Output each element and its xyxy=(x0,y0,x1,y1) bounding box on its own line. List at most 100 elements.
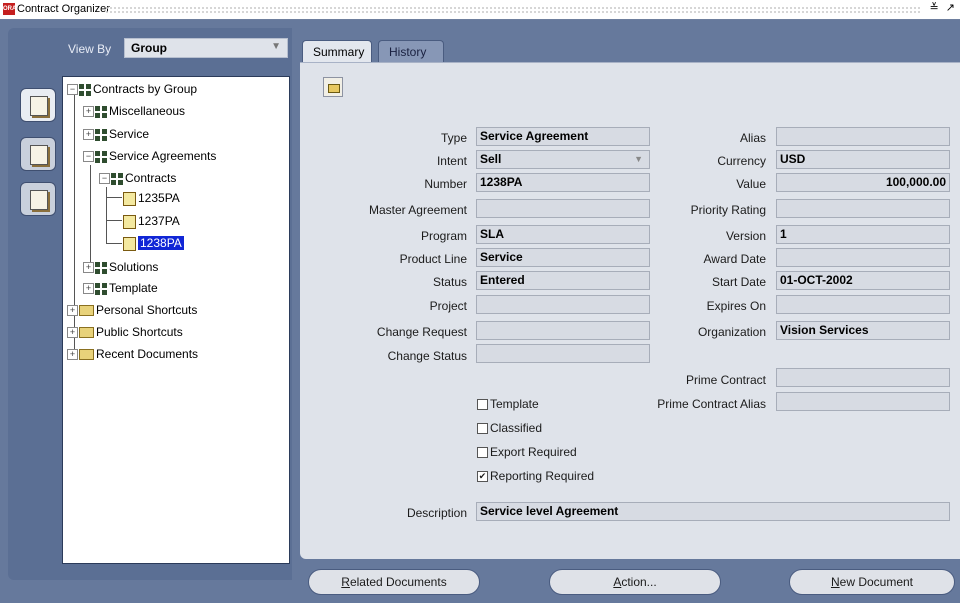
expires-on-label: Expires On xyxy=(706,299,766,313)
reporting-required-checkbox[interactable]: ✔ Reporting Required xyxy=(477,469,594,483)
alias-label: Alias xyxy=(739,131,766,145)
open-folder-icon[interactable] xyxy=(323,77,343,97)
program-field[interactable]: SLA xyxy=(476,225,650,244)
new-document-label: ew Document xyxy=(839,575,914,589)
tree-node-root[interactable]: − Contracts by Group xyxy=(67,80,197,98)
view-by-label: View By xyxy=(68,42,112,56)
number-field[interactable]: 1238PA xyxy=(476,173,650,192)
tree-node-label: Template xyxy=(109,281,158,295)
expand-icon: + xyxy=(83,283,94,295)
description-field[interactable]: Service level Agreement xyxy=(476,502,950,521)
export-required-checkbox[interactable]: Export Required xyxy=(477,445,577,459)
folder-icon xyxy=(79,349,94,361)
contract-document-icon xyxy=(123,191,136,206)
checkbox-box xyxy=(477,423,488,435)
contracts-icon xyxy=(30,96,48,116)
group-icon xyxy=(95,282,107,295)
navigator-tab-contracts[interactable] xyxy=(20,88,56,122)
expand-icon: + xyxy=(83,106,94,118)
new-document-button[interactable]: New Document xyxy=(789,569,955,595)
tree-node-label: Service xyxy=(109,127,150,141)
status-field[interactable]: Entered xyxy=(476,271,650,290)
group-icon xyxy=(111,172,123,185)
priority-rating-field[interactable] xyxy=(776,199,950,218)
tree-node-recent-documents[interactable]: + Recent Documents xyxy=(67,345,198,363)
intent-label: Intent xyxy=(436,154,467,168)
checkbox-box xyxy=(477,447,488,459)
group-icon xyxy=(95,105,107,118)
tree-connector xyxy=(106,197,122,198)
checkbox-box xyxy=(477,399,488,411)
tree-node-public-shortcuts[interactable]: + Public Shortcuts xyxy=(67,323,183,341)
checkmark-icon: ✔ xyxy=(477,471,488,483)
tree-node-label: Personal Shortcuts xyxy=(96,303,198,317)
change-request-field[interactable] xyxy=(476,321,650,340)
start-date-field[interactable]: 01-OCT-2002 xyxy=(776,271,950,290)
type-label: Type xyxy=(440,131,467,145)
prime-contract-alias-label: Prime Contract Alias xyxy=(657,397,766,411)
prime-contract-alias-field[interactable] xyxy=(776,392,950,411)
template-checkbox[interactable]: Template xyxy=(477,397,539,411)
award-date-field[interactable] xyxy=(776,248,950,267)
tree-node-label: Recent Documents xyxy=(96,347,199,361)
tree-node-service-agreements[interactable]: − Service Agreements xyxy=(83,147,216,165)
classified-checkbox[interactable]: Classified xyxy=(477,421,542,435)
tree-connector xyxy=(90,165,91,267)
chevron-down-icon: ▼ xyxy=(634,154,643,164)
related-documents-label: elated Documents xyxy=(349,575,447,589)
tree-node-personal-shortcuts[interactable]: + Personal Shortcuts xyxy=(67,301,197,319)
value-field[interactable]: 100,000.00 xyxy=(776,173,950,192)
alias-field[interactable] xyxy=(776,127,950,146)
expand-icon: + xyxy=(67,327,78,339)
tree-node-label: Miscellaneous xyxy=(109,104,186,118)
tree-node-label: Solutions xyxy=(109,260,159,274)
intent-select[interactable]: Sell ▼ xyxy=(476,150,650,169)
type-field[interactable]: Service Agreement xyxy=(476,127,650,146)
prime-contract-label: Prime Contract xyxy=(685,373,766,387)
tree-node-label: Public Shortcuts xyxy=(96,325,183,339)
change-request-label: Change Request xyxy=(376,325,467,339)
currency-field[interactable]: USD xyxy=(776,150,950,169)
tree-node-label: Contracts xyxy=(125,171,177,185)
tree-node-template[interactable]: + Template xyxy=(83,279,158,297)
change-status-field[interactable] xyxy=(476,344,650,363)
description-label: Description xyxy=(406,506,467,520)
master-agreement-label: Master Agreement xyxy=(368,203,467,217)
tree-node-miscellaneous[interactable]: + Miscellaneous xyxy=(83,102,185,120)
contracts-tree[interactable]: − Contracts by Group + Miscellaneous + Serv… xyxy=(62,76,290,564)
tab-history[interactable]: History xyxy=(378,40,444,62)
organization-field[interactable]: Vision Services xyxy=(776,321,950,340)
tree-node-contract-1238pa[interactable]: 1238PA xyxy=(123,234,184,252)
project-field[interactable] xyxy=(476,295,650,314)
view-by-select[interactable]: Group ▼ xyxy=(124,38,288,58)
oracle-logo-icon: ORACLE xyxy=(3,3,28,15)
collapse-icon: − xyxy=(99,173,110,185)
prime-contract-field[interactable] xyxy=(776,368,950,387)
tree-node-contract-1235pa[interactable]: 1235PA xyxy=(123,189,180,207)
window-titlebar: ORACLE Contract Organizer ≚ ↗ xyxy=(0,0,960,20)
chevron-down-icon: ▼ xyxy=(271,41,281,52)
contract-document-icon xyxy=(123,214,136,229)
tree-node-contract-1237pa[interactable]: 1237PA xyxy=(123,212,180,230)
master-agreement-field[interactable] xyxy=(476,199,650,218)
expires-on-field[interactable] xyxy=(776,295,950,314)
titlebar-pattern xyxy=(105,6,920,13)
version-field[interactable]: 1 xyxy=(776,225,950,244)
classified-checkbox-label: Classified xyxy=(490,421,543,435)
action-button[interactable]: Action... xyxy=(549,569,721,595)
award-date-label: Award Date xyxy=(703,252,766,266)
tree-node-label: Contracts by Group xyxy=(93,82,198,96)
program-label: Program xyxy=(420,229,467,243)
tab-summary[interactable]: Summary xyxy=(302,40,372,62)
navigator-tab-list[interactable] xyxy=(20,182,56,216)
currency-label: Currency xyxy=(717,154,766,168)
navigator-tab-edit[interactable] xyxy=(20,137,56,171)
window-controls[interactable]: ≚ ↗ xyxy=(930,1,958,14)
tree-node-solutions[interactable]: + Solutions xyxy=(83,258,158,276)
related-documents-button[interactable]: Related Documents xyxy=(308,569,480,595)
tree-node-contracts[interactable]: − Contracts xyxy=(99,169,176,187)
tree-node-service[interactable]: + Service xyxy=(83,125,149,143)
product-line-label: Product Line xyxy=(399,252,467,266)
shortcut-folder-icon xyxy=(79,305,94,317)
product-line-field[interactable]: Service xyxy=(476,248,650,267)
